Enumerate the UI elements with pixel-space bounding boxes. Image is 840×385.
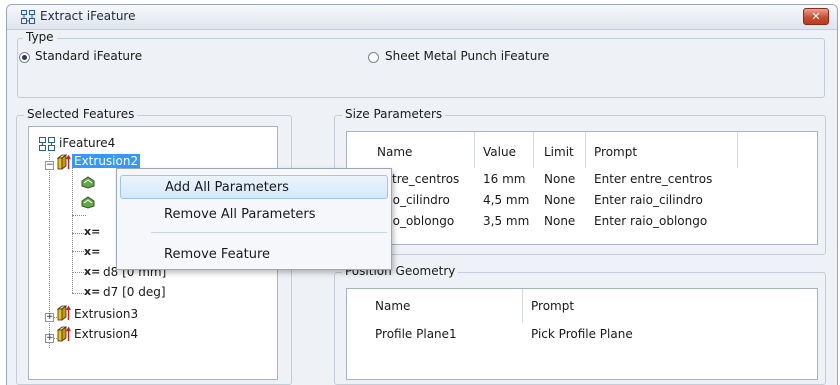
sketch-icon [81,196,95,209]
menu-item-label: Add All Parameters [165,180,289,195]
radio-label: Standard iFeature [35,49,143,63]
radio-label: Sheet Metal Punch iFeature [385,49,550,63]
selected-features-label: Selected Features [24,107,138,121]
tree-root-label[interactable]: iFeature4 [59,136,115,150]
parameter-icon: x= [84,245,101,258]
menu-item-remove-feature[interactable]: Remove Feature [120,243,388,267]
extrusion-icon [57,326,71,342]
tree-connector [72,215,86,216]
cell-limit[interactable]: None [544,193,575,207]
column-separator [585,132,586,168]
menu-item-remove-all-parameters[interactable]: Remove All Parameters [120,203,388,227]
title-bar: Extract iFeature ✕ [7,5,837,30]
tree-connector [72,165,73,293]
close-icon: ✕ [811,10,821,23]
cell-prompt[interactable]: Enter entre_centros [594,172,712,186]
column-header-name[interactable]: Name [377,145,412,159]
expand-toggle[interactable]: + [45,334,54,343]
ifeature-root-icon [39,137,55,151]
radio-button[interactable] [19,52,30,63]
extrusion-icon [57,154,71,170]
sketch-icon [81,176,95,189]
collapse-toggle[interactable]: − [45,161,54,170]
size-parameters-label: Size Parameters [342,107,446,121]
tree-item-d7[interactable]: d7 [0 deg] [103,285,166,299]
extrusion-icon [57,305,71,321]
ifeature-extract-icon [21,10,35,24]
tree-item-extrusion4[interactable]: Extrusion4 [74,327,138,341]
column-header-name[interactable]: Name [375,299,410,313]
size-parameters-table[interactable]: Name Value Limit Prompt entre_centros 16… [346,131,818,245]
cell-value[interactable]: 4,5 mm [483,193,529,207]
cell-prompt[interactable]: Pick Profile Plane [531,327,633,341]
type-group-label: Type [23,30,57,44]
menu-item-label: Remove Feature [164,247,271,262]
column-separator [737,132,738,168]
cell-prompt[interactable]: Enter raio_cilindro [594,193,703,207]
column-header-value[interactable]: Value [483,145,516,159]
tree-item-extrusion2[interactable]: Extrusion2 [72,154,141,168]
column-separator [533,132,534,168]
column-header-prompt[interactable]: Prompt [594,145,637,159]
parameter-icon: x= [84,265,101,278]
window-title: Extract iFeature [40,9,136,23]
cell-value[interactable]: 3,5 mm [483,214,529,228]
column-header-prompt[interactable]: Prompt [531,299,574,313]
menu-item-add-all-parameters[interactable]: Add All Parameters [120,175,388,199]
context-menu: Add All Parameters Remove All Parameters… [116,168,392,270]
menu-item-label: Remove All Parameters [164,207,316,222]
cell-name: Profile Plane1 [375,327,457,341]
parameter-icon: x= [84,285,101,298]
menu-separator [151,232,387,233]
cell-limit[interactable]: None [544,214,575,228]
cell-limit[interactable]: None [544,172,575,186]
column-header-limit[interactable]: Limit [544,145,574,159]
parameter-icon: x= [84,225,101,238]
column-separator [474,132,475,168]
expand-toggle[interactable]: + [45,313,54,322]
radio-button[interactable] [368,52,379,63]
cell-value[interactable]: 16 mm [483,172,525,186]
close-button[interactable]: ✕ [803,8,829,25]
column-separator [522,289,523,323]
cell-prompt[interactable]: Enter raio_oblongo [594,214,707,228]
type-group [17,38,825,98]
position-geometry-table[interactable]: Name Prompt Profile Plane1 Pick Profile … [346,288,818,380]
tree-item-extrusion3[interactable]: Extrusion3 [74,307,138,321]
